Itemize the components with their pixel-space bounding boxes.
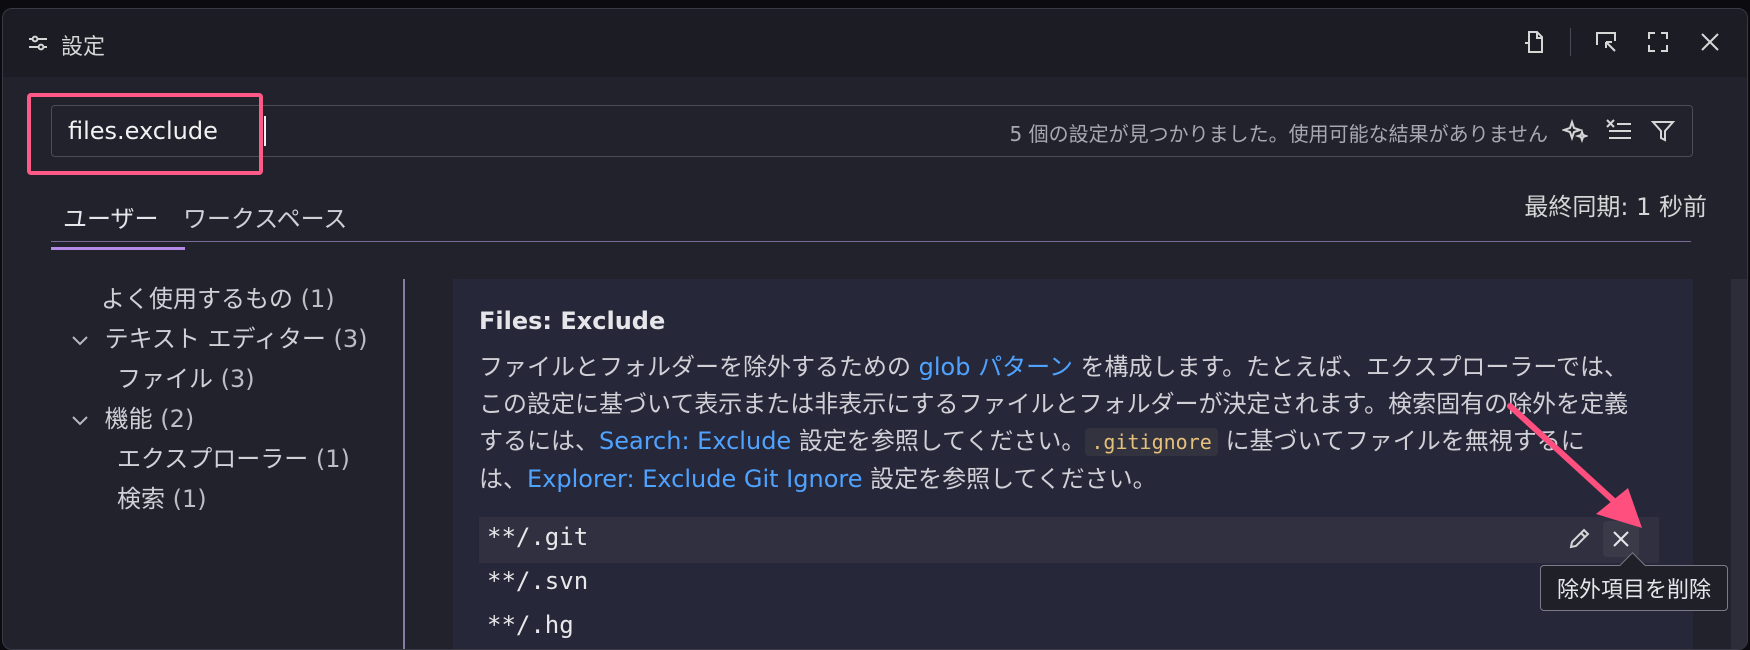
toc-item-commonly-used[interactable]: よく使用するもの (1) bbox=[101, 279, 335, 314]
filter-icon[interactable] bbox=[1646, 114, 1680, 148]
toc-item-features[interactable]: 機能 (2) bbox=[71, 399, 194, 434]
toc-item-count: (3) bbox=[220, 365, 255, 393]
clear-filter-icon[interactable] bbox=[1602, 114, 1636, 148]
settings-icon bbox=[27, 32, 49, 58]
toc-item-explorer[interactable]: エクスプローラー (1) bbox=[117, 439, 350, 474]
toc-item-files[interactable]: ファイル (3) bbox=[117, 359, 255, 394]
title-bar: 設定 bbox=[3, 9, 1747, 77]
title-actions bbox=[1518, 25, 1727, 59]
setting-description: ファイルとフォルダーを除外するための glob パターン を構成します。たとえば… bbox=[479, 349, 1629, 498]
search-tools bbox=[1558, 114, 1680, 148]
ai-sparkle-icon[interactable] bbox=[1558, 114, 1592, 148]
toc-item-label: テキスト エディター bbox=[104, 325, 326, 353]
chevron-down-icon bbox=[71, 405, 97, 433]
fullscreen-icon[interactable] bbox=[1641, 25, 1675, 59]
setting-item-files-exclude: Files: Exclude ファイルとフォルダーを除外するための glob パ… bbox=[453, 279, 1693, 649]
toc-divider bbox=[403, 279, 405, 649]
divider bbox=[1570, 28, 1571, 56]
vertical-scrollbar[interactable] bbox=[1731, 279, 1747, 649]
search-highlight-annotation bbox=[27, 93, 263, 175]
exclude-pattern: **/.hg bbox=[487, 611, 574, 639]
window-title: 設定 bbox=[61, 35, 106, 60]
toc-item-label: よく使用するもの bbox=[101, 285, 293, 313]
remove-item-icon[interactable] bbox=[1603, 521, 1639, 557]
search-result-status: 5 個の設定が見つかりました。使用可能な結果がありません bbox=[1009, 122, 1548, 146]
settings-tabs: ユーザー ワークスペース bbox=[51, 189, 1691, 242]
tab-workspace[interactable]: ワークスペース bbox=[183, 199, 347, 234]
toc-item-label: 検索 bbox=[117, 485, 165, 513]
explorer-exclude-git-ignore-link[interactable]: Explorer: Exclude Git Ignore bbox=[527, 465, 862, 493]
title-left: 設定 bbox=[27, 29, 105, 61]
desc-text: 設定を参照してください。 bbox=[791, 427, 1086, 455]
search-exclude-link[interactable]: Search: Exclude bbox=[599, 427, 791, 455]
toc-item-search[interactable]: 検索 (1) bbox=[117, 479, 207, 514]
desc-text: 設定を参照してください。 bbox=[862, 465, 1157, 493]
chevron-down-icon bbox=[71, 325, 97, 353]
remove-item-tooltip: 除外項目を削除 bbox=[1540, 565, 1729, 611]
exclude-pattern: **/.git bbox=[487, 523, 589, 551]
edit-pencil-icon[interactable] bbox=[1561, 521, 1597, 557]
toc-item-label: ファイル bbox=[117, 365, 213, 393]
toc-item-count: (1) bbox=[172, 485, 207, 513]
settings-window: 設定 5 個の設定が見つかりました。使用可能な結果がありません bbox=[2, 8, 1748, 650]
exclude-pattern-row[interactable]: **/.git bbox=[479, 517, 1659, 563]
text-caret bbox=[264, 116, 266, 146]
gitignore-code: .gitignore bbox=[1085, 428, 1218, 456]
setting-title: Files: Exclude bbox=[479, 307, 666, 335]
open-file-icon[interactable] bbox=[1518, 25, 1552, 59]
exclude-pattern-row[interactable]: **/.hg bbox=[479, 605, 1659, 649]
row-actions bbox=[1561, 521, 1639, 557]
close-icon[interactable] bbox=[1693, 25, 1727, 59]
active-tab-indicator bbox=[51, 247, 185, 250]
glob-pattern-link[interactable]: glob パターン bbox=[919, 353, 1073, 381]
toc-item-text-editor[interactable]: テキスト エディター (3) bbox=[71, 319, 368, 354]
desc-text: ファイルとフォルダーを除外するための bbox=[479, 353, 919, 381]
toc-item-label: 機能 bbox=[104, 405, 153, 433]
toc-item-count: (3) bbox=[333, 325, 368, 353]
toc-item-count: (1) bbox=[300, 285, 335, 313]
tab-user[interactable]: ユーザー bbox=[63, 199, 159, 234]
move-window-icon[interactable] bbox=[1589, 25, 1623, 59]
toc-item-count: (1) bbox=[315, 445, 350, 473]
last-sync-status: 最終同期: 1 秒前 bbox=[1524, 193, 1707, 221]
settings-search: 5 個の設定が見つかりました。使用可能な結果がありません bbox=[51, 105, 1693, 157]
exclude-pattern: **/.svn bbox=[487, 567, 589, 595]
toc-item-label: エクスプローラー bbox=[117, 445, 309, 473]
exclude-pattern-row[interactable]: **/.svn bbox=[479, 561, 1659, 607]
toc-item-count: (2) bbox=[160, 405, 195, 433]
